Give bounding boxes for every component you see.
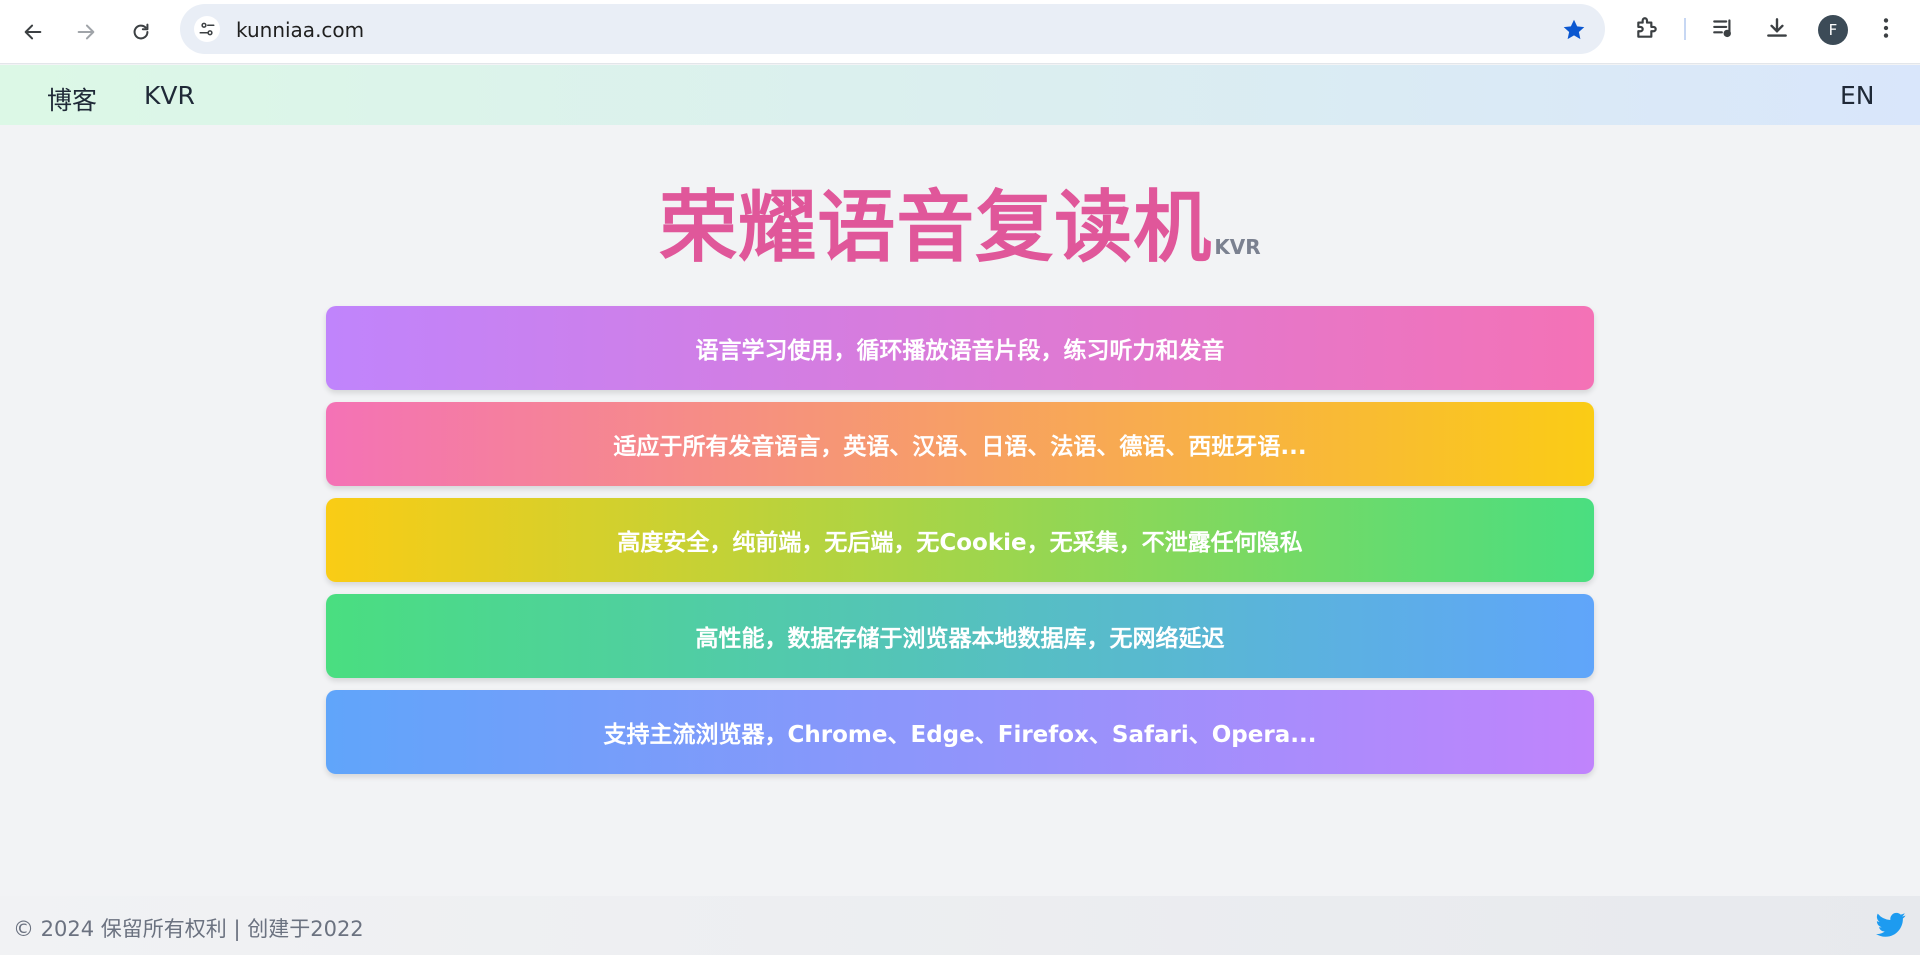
feature-card-languages: 适应于所有发音语言，英语、汉语、日语、法语、德语、西班牙语... [326, 402, 1594, 486]
feature-list: 语言学习使用，循环播放语音片段，练习听力和发音 适应于所有发音语言，英语、汉语、… [326, 306, 1594, 786]
site-settings-icon[interactable] [194, 16, 220, 42]
profile-avatar[interactable]: F [1818, 15, 1848, 45]
site-footer: © 2024 保留所有权利 | 创建于2022 [0, 896, 1920, 955]
reload-icon[interactable] [121, 12, 161, 52]
forward-icon[interactable] [66, 12, 106, 52]
url-text[interactable]: kunniaa.com [236, 18, 364, 42]
site-header: 博客 KVR EN [0, 65, 1920, 125]
language-switch[interactable]: EN [1840, 81, 1875, 110]
feature-card-browsers: 支持主流浏览器，Chrome、Edge、Firefox、Safari、Opera… [326, 690, 1594, 774]
page-title-suffix: KVR [1214, 235, 1261, 259]
address-bar[interactable]: kunniaa.com [180, 4, 1605, 54]
media-control-icon[interactable] [1710, 14, 1738, 42]
nav-blog-link[interactable]: 博客 [47, 81, 97, 117]
more-icon[interactable] [1872, 14, 1900, 42]
copyright-text: © 2024 保留所有权利 | 创建于2022 [13, 917, 364, 941]
back-icon[interactable] [13, 12, 53, 52]
twitter-icon[interactable] [1876, 912, 1906, 938]
bookmark-star-icon[interactable] [1561, 17, 1587, 43]
page-title: 荣耀语音复读机 [659, 183, 1213, 273]
hero: 荣耀语音复读机 KVR [0, 165, 1920, 277]
download-icon[interactable] [1763, 14, 1791, 42]
nav-kvr-link[interactable]: KVR [144, 81, 195, 110]
feature-card-learning: 语言学习使用，循环播放语音片段，练习听力和发音 [326, 306, 1594, 390]
feature-card-performance: 高性能，数据存储于浏览器本地数据库，无网络延迟 [326, 594, 1594, 678]
browser-toolbar: kunniaa.com F [0, 0, 1920, 64]
extensions-icon[interactable] [1633, 14, 1661, 42]
toolbar-divider [1684, 18, 1686, 40]
feature-card-privacy: 高度安全，纯前端，无后端，无Cookie，无采集，不泄露任何隐私 [326, 498, 1594, 582]
